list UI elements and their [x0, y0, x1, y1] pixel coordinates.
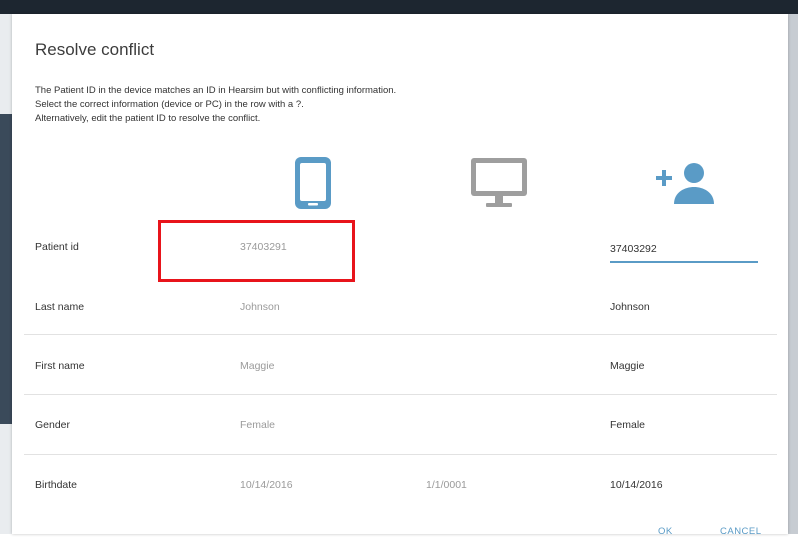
row-divider [24, 394, 777, 395]
dialog-description: The Patient ID in the device matches an … [35, 84, 396, 126]
device-birthdate[interactable]: 10/14/2016 [240, 479, 293, 491]
row-divider [24, 334, 777, 335]
new-last-name: Johnson [610, 301, 650, 313]
new-gender: Female [610, 419, 646, 431]
new-birthdate: 10/14/2016 [610, 479, 663, 491]
device-first-name[interactable]: Maggie [240, 360, 274, 372]
background-app-right [788, 14, 798, 534]
desktop-monitor-icon[interactable] [469, 156, 529, 210]
add-person-icon[interactable] [654, 160, 718, 208]
row-label-patient-id: Patient id [35, 241, 79, 253]
row-label-first-name: First name [35, 360, 85, 372]
device-gender[interactable]: Female [240, 419, 275, 431]
patient-id-input[interactable] [610, 239, 758, 263]
device-last-name[interactable]: Johnson [240, 301, 280, 313]
description-line: Select the correct information (device o… [35, 99, 304, 110]
new-first-name: Maggie [610, 360, 645, 372]
pc-birthdate[interactable]: 1/1/0001 [426, 479, 467, 491]
smartphone-icon[interactable] [293, 155, 333, 211]
row-label-gender: Gender [35, 419, 71, 431]
row-label-birthdate: Birthdate [35, 479, 78, 491]
resolve-conflict-dialog: Resolve conflict The Patient ID in the d… [12, 14, 788, 537]
dialog-title: Resolve conflict [35, 40, 155, 59]
background-app-panel [0, 114, 12, 424]
cancel-button[interactable]: CANCEL [720, 526, 762, 537]
ok-button[interactable]: OK [658, 526, 673, 537]
row-divider [24, 454, 777, 455]
highlight-annotation [158, 220, 355, 282]
app-header-bar [0, 0, 798, 14]
description-line: The Patient ID in the device matches an … [35, 85, 397, 96]
description-line: Alternatively, edit the patient ID to re… [35, 113, 261, 124]
background-app-left [0, 14, 12, 534]
row-label-last-name: Last name [35, 301, 85, 313]
